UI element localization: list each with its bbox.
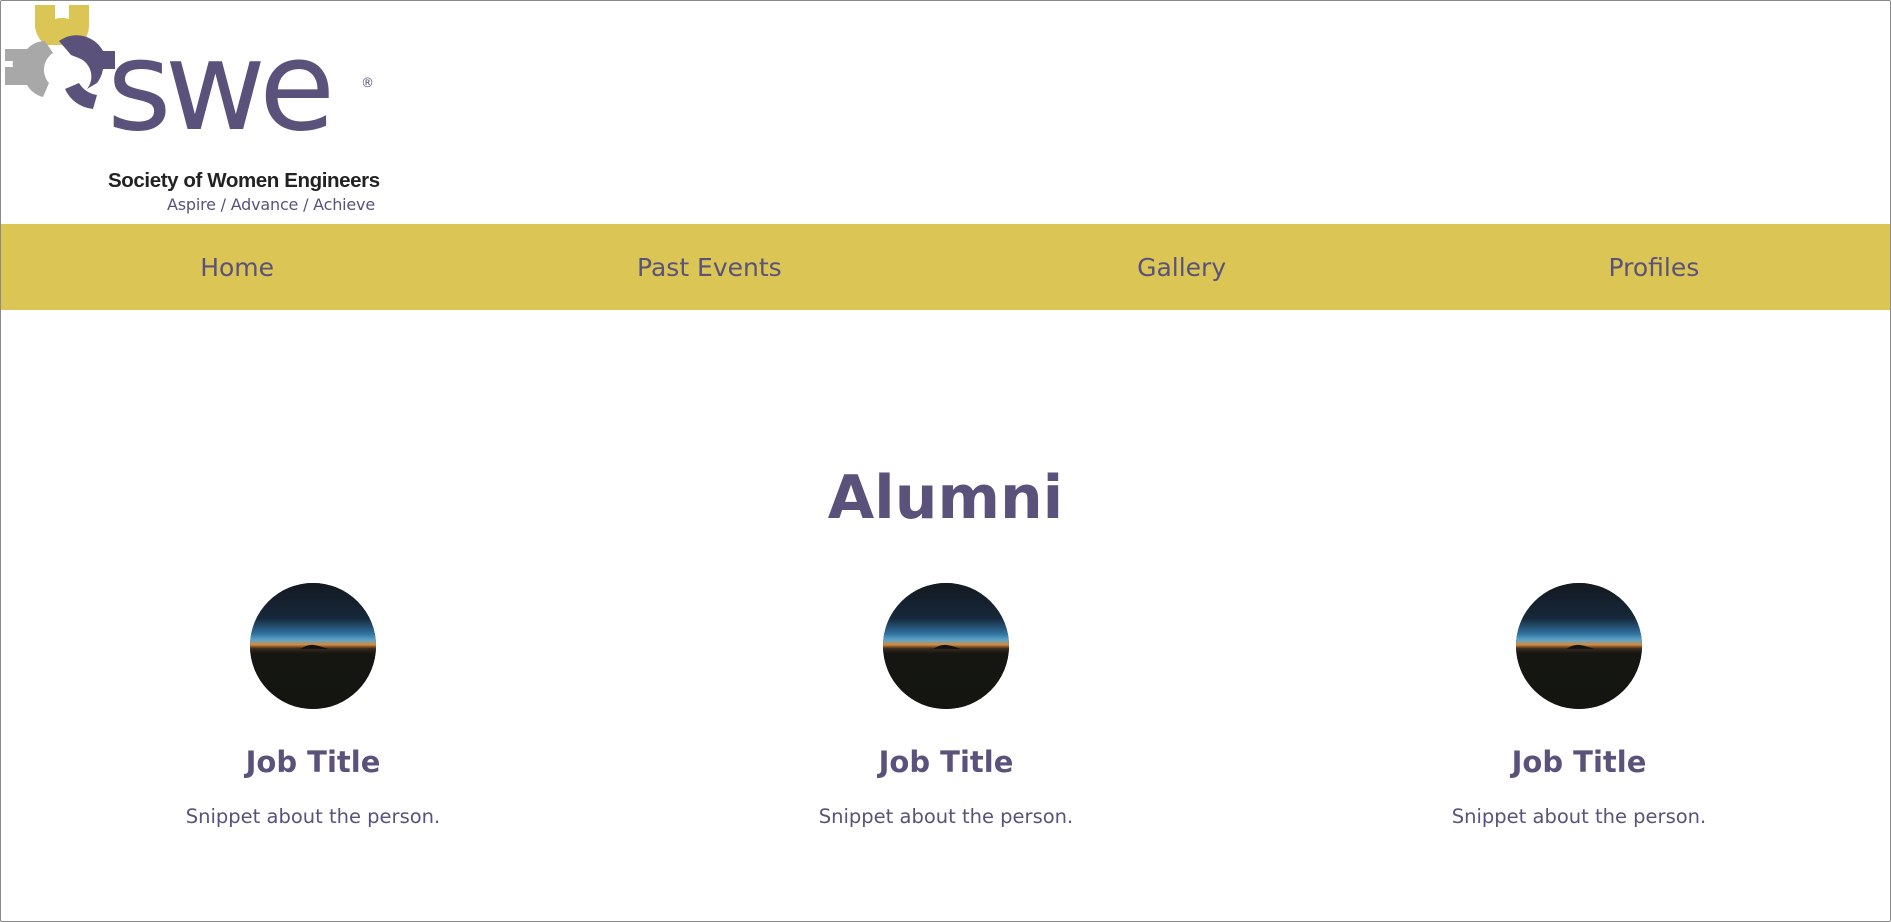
avatar <box>883 583 1009 709</box>
avatar <box>250 583 376 709</box>
horizon-sunset-photo <box>883 583 1009 709</box>
profile-snippet: Snippet about the person. <box>818 805 1074 828</box>
profile-card: Job Title Snippet about the person. <box>746 583 1146 829</box>
profile-card: Job Title Snippet about the person. <box>113 583 513 829</box>
site-header: swe ® Society of Women Engineers Aspire … <box>1 1 1890 224</box>
page-title: Alumni <box>827 463 1064 533</box>
nav-item-gallery[interactable]: Gallery <box>946 253 1418 282</box>
logo-organization-name: Society of Women Engineers <box>108 169 380 192</box>
horizon-sunset-photo <box>250 583 376 709</box>
horizon-sunset-photo <box>1516 583 1642 709</box>
profile-snippet: Snippet about the person. <box>185 805 441 828</box>
profile-card: Job Title Snippet about the person. <box>1379 583 1779 829</box>
registered-mark: ® <box>361 76 374 91</box>
profile-cards: Job Title Snippet about the person. Job … <box>1 583 1890 843</box>
avatar <box>1516 583 1642 709</box>
nav-item-past-events[interactable]: Past Events <box>473 253 945 282</box>
nav-item-home[interactable]: Home <box>1 253 473 282</box>
main-nav: Home Past Events Gallery Profiles <box>1 224 1890 310</box>
logo-wordmark: swe <box>107 15 335 159</box>
job-title: Job Title <box>878 745 1014 779</box>
nav-item-profiles[interactable]: Profiles <box>1418 253 1890 282</box>
browser-viewport: swe ® Society of Women Engineers Aspire … <box>0 0 1891 922</box>
swe-logo[interactable]: swe ® Society of Women Engineers Aspire … <box>5 5 380 215</box>
logo-tagline: Aspire / Advance / Achieve <box>167 195 375 214</box>
job-title: Job Title <box>245 745 381 779</box>
profile-snippet: Snippet about the person. <box>1451 805 1707 828</box>
job-title: Job Title <box>1511 745 1647 779</box>
